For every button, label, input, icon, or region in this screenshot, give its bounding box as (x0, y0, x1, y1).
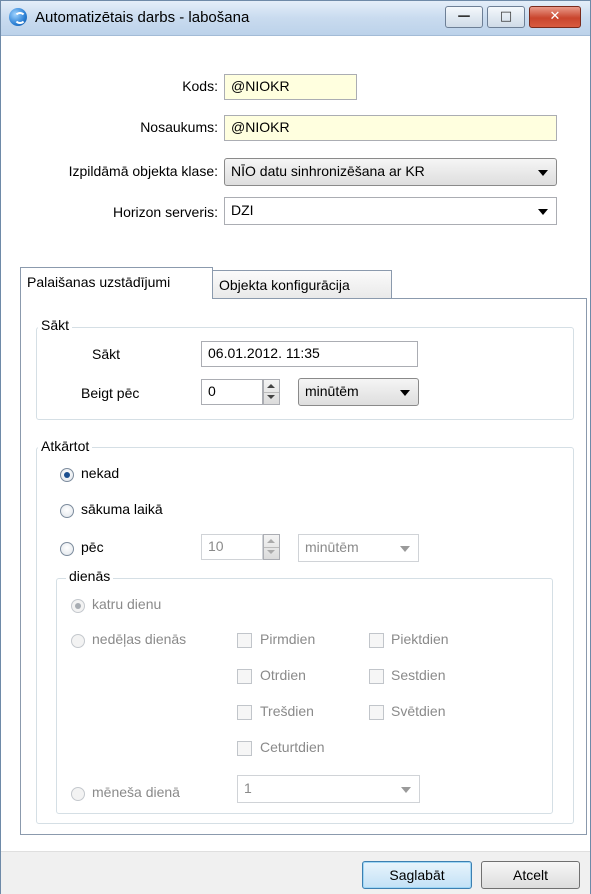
radio-katru-dienu[interactable] (71, 599, 85, 613)
dialog-window: Automatizētais darbs - labošana — □ ✕ Ko… (0, 0, 591, 894)
menesa-diena-select[interactable]: 1 (237, 775, 420, 803)
window-title: Automatizētais darbs - labošana (35, 9, 250, 26)
title-bar[interactable]: Automatizētais darbs - labošana — □ ✕ (1, 1, 590, 36)
nosaukums-label: Nosaukums: (140, 119, 218, 135)
radio-nedelas-dienas-label: nedēļas dienās (92, 631, 187, 647)
sakt-input[interactable]: 06.01.2012. 11:35 (201, 341, 418, 367)
chevron-down-icon (538, 209, 548, 215)
checkbox-tresdien[interactable] (237, 705, 252, 720)
menesa-diena-value: 1 (244, 780, 252, 796)
close-icon: ✕ (549, 9, 561, 24)
save-button[interactable]: Saglabāt (362, 861, 472, 889)
radio-nekad-label: nekad (81, 465, 120, 481)
nosaukums-input[interactable]: @NIOKR (224, 115, 557, 141)
radio-nedelas-dienas[interactable] (71, 634, 85, 648)
klase-select[interactable]: NĪO datu sinhronizēšana ar KR (224, 158, 557, 186)
tab-palaisanas[interactable]: Palaišanas uzstādījumi (20, 267, 213, 299)
beigt-input[interactable]: 0 (201, 379, 263, 405)
kods-input[interactable]: @NIOKR (224, 74, 357, 100)
pec-unit-select[interactable]: minūtēm (298, 534, 419, 562)
radio-pec-label: pēc (81, 539, 104, 555)
cancel-button[interactable]: Atcelt (481, 861, 580, 889)
radio-menesa-diena-label: mēneša dienā (92, 784, 180, 800)
klase-label: Izpildāmā objekta klase: (68, 163, 218, 179)
radio-sakuma-laika-label: sākuma laikā (81, 501, 163, 517)
checkbox-sestdien[interactable] (369, 669, 384, 684)
klase-select-value: NĪO datu sinhronizēšana ar KR (231, 163, 425, 179)
app-icon (9, 8, 27, 26)
radio-pec[interactable] (60, 542, 74, 556)
chevron-down-icon (401, 787, 411, 793)
radio-nekad[interactable] (60, 468, 74, 482)
start-group-label: Sākt (38, 317, 73, 333)
minimize-button[interactable]: — (445, 6, 483, 28)
beigt-label: Beigt pēc (81, 385, 140, 401)
repeat-group-label: Atkārtot (38, 438, 93, 454)
radio-sakuma-laika[interactable] (60, 504, 74, 518)
beigt-unit-select[interactable]: minūtēm (298, 378, 419, 406)
checkbox-svetdien[interactable] (369, 705, 384, 720)
pec-input[interactable]: 10 (201, 534, 263, 560)
serveris-select[interactable]: DZI (224, 197, 557, 225)
pec-unit-value: minūtēm (305, 539, 359, 555)
arrow-down-icon (267, 395, 275, 399)
checkbox-ceturtdien-label: Ceturtdien (260, 739, 325, 755)
checkbox-sestdien-label: Sestdien (391, 667, 446, 683)
beigt-unit-value: minūtēm (305, 383, 359, 399)
checkbox-ceturtdien[interactable] (237, 741, 252, 756)
radio-menesa-diena[interactable] (71, 787, 85, 801)
radio-katru-dienu-label: katru dienu (92, 596, 162, 612)
chevron-down-icon (538, 170, 548, 176)
arrow-up-icon (267, 539, 275, 543)
maximize-icon: □ (499, 9, 513, 24)
tab-objekta-konfiguracija[interactable]: Objekta konfigurācija (212, 270, 392, 300)
serveris-select-value: DZI (231, 202, 254, 218)
days-group-label: dienās (66, 568, 114, 584)
button-bar: Saglabāt Atcelt (1, 851, 590, 894)
chevron-down-icon (400, 390, 410, 396)
checkbox-svetdien-label: Svētdien (391, 703, 446, 719)
chevron-down-icon (400, 546, 410, 552)
checkbox-pirmdien-label: Pirmdien (260, 631, 316, 647)
pec-stepper[interactable] (263, 534, 280, 560)
arrow-down-icon (267, 550, 275, 554)
checkbox-otrdien[interactable] (237, 669, 252, 684)
kods-label: Kods: (182, 78, 218, 94)
close-button[interactable]: ✕ (529, 6, 581, 28)
minimize-icon: — (457, 9, 471, 24)
beigt-stepper[interactable] (263, 379, 280, 405)
checkbox-pirmdien[interactable] (237, 633, 252, 648)
checkbox-piektdien-label: Piektdien (391, 631, 449, 647)
checkbox-otrdien-label: Otrdien (260, 667, 306, 683)
sakt-label: Sākt (92, 346, 121, 362)
checkbox-piektdien[interactable] (369, 633, 384, 648)
checkbox-tresdien-label: Trešdien (260, 703, 314, 719)
maximize-button[interactable]: □ (487, 6, 525, 28)
serveris-label: Horizon serveris: (112, 204, 218, 220)
arrow-up-icon (267, 384, 275, 388)
